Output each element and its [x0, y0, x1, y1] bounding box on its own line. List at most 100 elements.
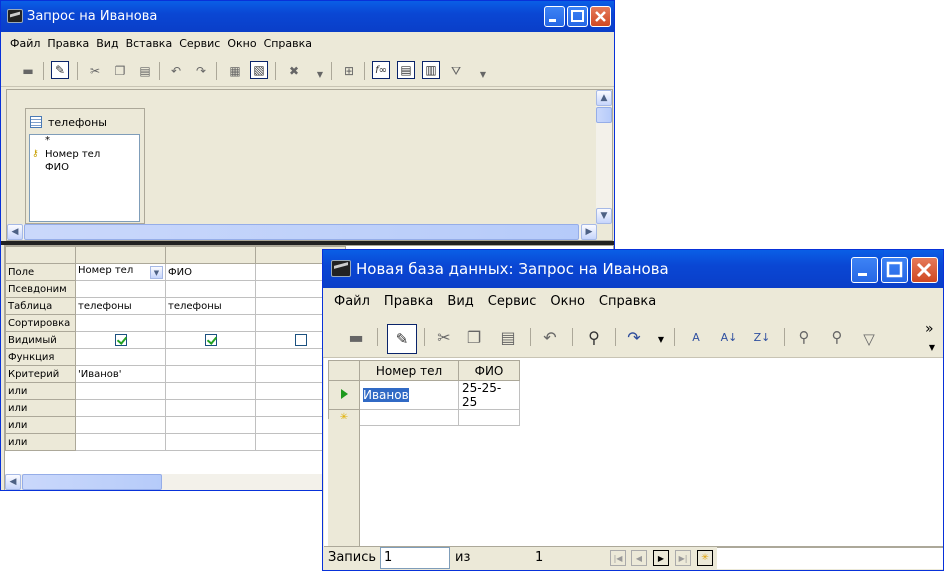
- visible-checkbox-cell[interactable]: [75, 331, 166, 349]
- design-view-icon[interactable]: ✎: [387, 324, 417, 354]
- current-record-icon[interactable]: [328, 380, 360, 410]
- grid-cell[interactable]: [165, 416, 256, 434]
- grid-cell[interactable]: [75, 382, 166, 400]
- scroll-up-icon[interactable]: ▲: [596, 90, 612, 106]
- new-cell-fio[interactable]: [458, 409, 520, 426]
- toolbar-options-icon[interactable]: ▼: [923, 338, 941, 356]
- menu-help[interactable]: Справка: [264, 37, 312, 50]
- visible-checkbox[interactable]: [294, 334, 307, 346]
- visible-checkbox[interactable]: [204, 334, 217, 346]
- query-type-icon[interactable]: ▦: [226, 62, 244, 80]
- criteria-cell[interactable]: [165, 365, 256, 383]
- grid-cell[interactable]: [165, 280, 256, 298]
- sort-az-icon[interactable]: A: [687, 328, 705, 346]
- grid-cell[interactable]: [165, 348, 256, 366]
- find-icon[interactable]: ⚲: [585, 328, 603, 347]
- dropdown-arrow-icon[interactable]: ▼: [652, 330, 670, 348]
- toolbar-overflow-icon[interactable]: »: [925, 321, 934, 337]
- menu-help[interactable]: Справка: [599, 294, 656, 309]
- cut-icon[interactable]: ✂: [86, 62, 104, 80]
- new-cell-phone[interactable]: [359, 409, 459, 426]
- toolbar-options-icon[interactable]: ▼: [474, 65, 492, 83]
- add-table-icon[interactable]: ⊞: [340, 62, 358, 80]
- scroll-left-icon[interactable]: ◀: [7, 224, 23, 240]
- menu-edit[interactable]: Правка: [384, 294, 433, 309]
- table-pane-hscroll[interactable]: ◀ ▶: [7, 224, 597, 240]
- grid-cell[interactable]: [75, 416, 166, 434]
- scroll-down-icon[interactable]: ▼: [596, 208, 612, 224]
- menu-edit[interactable]: Правка: [47, 37, 89, 50]
- cut-icon[interactable]: ✂: [435, 328, 453, 347]
- view-icon[interactable]: ▬: [347, 328, 365, 347]
- current-record-input[interactable]: 1: [380, 547, 450, 569]
- undo-icon[interactable]: ↶: [167, 62, 185, 80]
- hscroll-thumb[interactable]: [24, 224, 579, 240]
- table-cell[interactable]: телефоны: [75, 297, 166, 315]
- field-cell[interactable]: ФИО: [165, 263, 256, 281]
- undo-icon[interactable]: ↶: [541, 328, 559, 347]
- new-record-nav-icon[interactable]: ✳: [697, 550, 713, 566]
- datasheet-titlebar[interactable]: Новая база данных: Запрос на Иванова: [323, 250, 943, 288]
- copy-icon[interactable]: ❐: [465, 328, 483, 347]
- field-phone[interactable]: Номер тел: [45, 149, 100, 160]
- grid-cell[interactable]: [165, 382, 256, 400]
- menu-window[interactable]: Окно: [227, 37, 256, 50]
- paste-icon[interactable]: ▤: [136, 62, 154, 80]
- grid-hscroll-thumb[interactable]: [22, 474, 162, 490]
- sort-ascending-icon[interactable]: A↓: [720, 328, 738, 346]
- sort-descending-icon[interactable]: Z↓: [753, 328, 771, 346]
- table-pane-vscroll[interactable]: ▲ ▼: [596, 90, 612, 224]
- grid-scroll-left-icon[interactable]: ◀: [5, 474, 21, 490]
- field-value[interactable]: ФИО: [168, 267, 192, 278]
- filter-by-form-icon[interactable]: ⚲: [828, 328, 846, 346]
- last-record-icon[interactable]: ▶|: [675, 550, 691, 566]
- visible-checkbox[interactable]: [114, 334, 127, 346]
- dropdown-arrow-icon[interactable]: ▼: [311, 65, 329, 83]
- delete-query-icon[interactable]: ✖: [285, 62, 303, 80]
- first-record-icon[interactable]: |◀: [610, 550, 626, 566]
- menu-view[interactable]: Вид: [447, 294, 473, 309]
- criteria-cell[interactable]: 'Иванов': [75, 365, 166, 383]
- menu-tools[interactable]: Сервис: [488, 294, 537, 309]
- menu-tools[interactable]: Сервис: [179, 37, 220, 50]
- grid-cell[interactable]: [165, 433, 256, 451]
- close-button[interactable]: [911, 257, 938, 283]
- filter-values-icon[interactable]: ⛛: [447, 62, 465, 80]
- table-cell[interactable]: телефоны: [165, 297, 256, 315]
- design-view-icon[interactable]: ✎: [51, 61, 69, 79]
- minimize-button[interactable]: [544, 6, 565, 27]
- grid-cell[interactable]: [75, 314, 166, 332]
- totals-icon[interactable]: f∞: [372, 61, 390, 79]
- grid-cell[interactable]: [75, 348, 166, 366]
- scroll-right-icon[interactable]: ▶: [581, 224, 597, 240]
- visible-checkbox-cell[interactable]: [165, 331, 256, 349]
- view-icon[interactable]: ▬: [19, 62, 37, 80]
- grid-cell[interactable]: [165, 314, 256, 332]
- cell-fio[interactable]: 25-25-25: [458, 380, 520, 410]
- cell-phone-value[interactable]: Иванов: [363, 388, 409, 402]
- grid-cell[interactable]: [75, 399, 166, 417]
- menu-window[interactable]: Окно: [550, 294, 585, 309]
- column-header-phone[interactable]: Номер тел: [359, 360, 459, 381]
- copy-icon[interactable]: ❐: [111, 62, 129, 80]
- apply-filter-icon[interactable]: ▽: [860, 330, 878, 348]
- grid-cell[interactable]: [75, 280, 166, 298]
- close-button[interactable]: [590, 6, 611, 27]
- previous-record-icon[interactable]: ◀: [631, 550, 647, 566]
- row-selector-header[interactable]: [328, 360, 360, 381]
- query-design-titlebar[interactable]: Запрос на Иванова: [1, 1, 614, 32]
- next-record-icon[interactable]: ▶: [653, 550, 669, 566]
- menu-insert[interactable]: Вставка: [126, 37, 173, 50]
- maximize-button[interactable]: [881, 257, 908, 283]
- paste-icon[interactable]: ▤: [499, 328, 517, 347]
- field-dropdown-icon[interactable]: ▼: [150, 266, 163, 279]
- table-box[interactable]: телефоны * ⚷ Номер тел ФИО: [25, 108, 145, 224]
- build-icon[interactable]: ▥: [422, 61, 440, 79]
- refresh-icon[interactable]: ↷: [625, 328, 643, 347]
- redo-icon[interactable]: ↷: [192, 62, 210, 80]
- menu-view[interactable]: Вид: [96, 37, 118, 50]
- current-record-value[interactable]: 1: [384, 550, 392, 565]
- field-all[interactable]: *: [45, 135, 50, 146]
- field-fio[interactable]: ФИО: [45, 162, 69, 173]
- properties-icon[interactable]: ▤: [397, 61, 415, 79]
